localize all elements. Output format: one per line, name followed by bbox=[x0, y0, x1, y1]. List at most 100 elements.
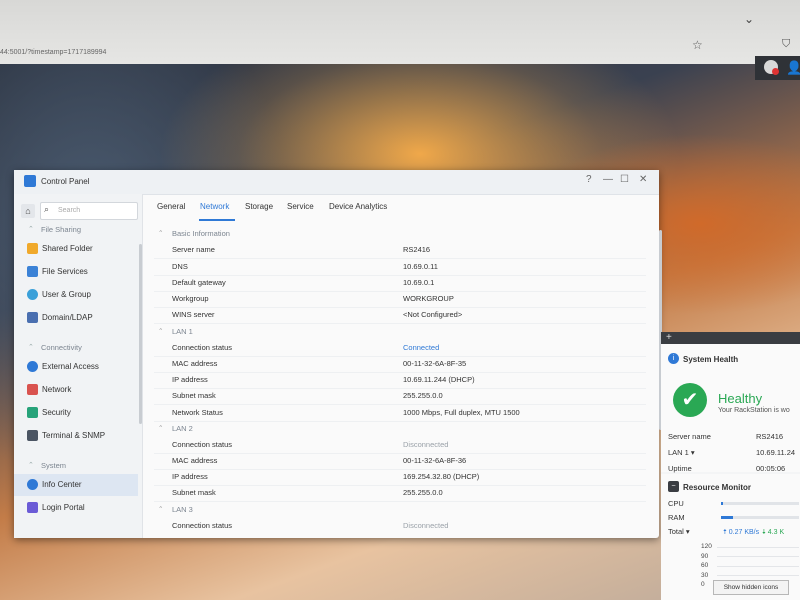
collapse-icon: ⌃ bbox=[158, 425, 164, 432]
sidebar-item-label: Security bbox=[42, 408, 71, 417]
file-services-icon bbox=[27, 266, 38, 277]
chevron-down-icon[interactable]: ⌄ bbox=[744, 12, 754, 26]
health-row-label: Uptime bbox=[668, 464, 692, 473]
section-lan-2[interactable]: ⌃ LAN 2 bbox=[154, 421, 646, 437]
widget-title: Resource Monitor bbox=[683, 483, 752, 492]
row-label: Subnet mask bbox=[172, 488, 216, 497]
health-subtitle: Your RackStation is wo bbox=[718, 407, 790, 414]
section-title: LAN 2 bbox=[172, 424, 193, 433]
collapse-icon[interactable]: ⌃ bbox=[28, 461, 34, 469]
add-widget-icon[interactable]: + bbox=[666, 332, 672, 343]
sidebar-item-external-access[interactable]: External Access bbox=[14, 356, 138, 378]
row-label: WINS server bbox=[172, 310, 215, 319]
row-label: Workgroup bbox=[172, 294, 209, 303]
section-title: Basic Information bbox=[172, 229, 230, 238]
ram-bar bbox=[721, 516, 799, 519]
sidebar-scrollbar[interactable] bbox=[139, 244, 142, 424]
network-info-panel: ⌃ Basic Information Server name RS2416 DN… bbox=[154, 226, 646, 532]
collapse-icon[interactable]: ⌃ bbox=[28, 343, 34, 351]
download-rate: 🠇 4.3 K bbox=[762, 529, 785, 536]
sidebar-section-connectivity[interactable]: Connectivity bbox=[41, 343, 82, 352]
section-basic-information[interactable]: ⌃ Basic Information bbox=[154, 226, 646, 242]
user-icon[interactable]: 👤 bbox=[786, 60, 800, 76]
users-icon bbox=[27, 289, 38, 300]
cpu-label: CPU bbox=[668, 499, 684, 508]
tab-general[interactable]: General bbox=[157, 202, 185, 211]
home-icon[interactable]: ⌂ bbox=[21, 204, 35, 218]
collapse-icon: ⌃ bbox=[158, 506, 164, 513]
section-lan-3[interactable]: ⌃ LAN 3 bbox=[154, 502, 646, 518]
sidebar-item-security[interactable]: Security bbox=[14, 402, 138, 424]
row-label: Server name bbox=[172, 245, 215, 254]
row-label: Connection status bbox=[172, 440, 233, 449]
grid-line bbox=[717, 547, 799, 548]
row-label: MAC address bbox=[172, 359, 218, 368]
window-titlebar[interactable]: Control Panel ? — ☐ ✕ bbox=[14, 170, 659, 195]
globe-icon bbox=[27, 361, 38, 372]
status-disconnected: Disconnected bbox=[403, 521, 449, 530]
status-connected: Connected bbox=[403, 343, 440, 352]
lan-selector[interactable]: LAN 1 ▾ bbox=[668, 448, 695, 457]
sidebar-item-terminal-snmp[interactable]: Terminal & SNMP bbox=[14, 425, 138, 447]
health-row-value: RS2416 bbox=[756, 432, 784, 441]
row-label: IP address bbox=[172, 375, 208, 384]
info-row: Network Status 1000 Mbps, Full duplex, MT… bbox=[154, 405, 646, 422]
y-tick: 60 bbox=[701, 562, 709, 569]
info-row: Subnet mask 255.255.0.0 bbox=[154, 485, 646, 502]
row-value: <Not Configured> bbox=[403, 310, 463, 319]
star-icon[interactable]: ☆ bbox=[692, 38, 703, 52]
sidebar-item-domain-ldap[interactable]: Domain/LDAP bbox=[14, 307, 138, 329]
row-value: 255.255.0.0 bbox=[403, 391, 443, 400]
address-bar[interactable]: 44:5001/?timestamp=1717189994 bbox=[0, 49, 106, 56]
pocket-icon[interactable]: ⛉ bbox=[782, 38, 790, 51]
search-input[interactable]: ⌕ Search bbox=[40, 202, 138, 220]
sidebar-item-file-services[interactable]: File Services bbox=[14, 261, 138, 283]
row-value: 10.69.11.244 (DHCP) bbox=[403, 375, 475, 384]
control-panel-window: Control Panel ? — ☐ ✕ ⌂ ⌕ Search ⌃ File … bbox=[14, 170, 662, 538]
search-icon: ⌕ bbox=[44, 204, 50, 214]
search-placeholder: Search bbox=[58, 207, 81, 214]
sidebar-item-label: Info Center bbox=[42, 480, 82, 489]
sidebar-item-shared-folder[interactable]: Shared Folder bbox=[14, 238, 138, 260]
ram-label: RAM bbox=[668, 513, 685, 522]
row-value: 255.255.0.0 bbox=[403, 488, 443, 497]
section-title: LAN 1 bbox=[172, 327, 193, 336]
collapse-icon[interactable]: ⌃ bbox=[28, 225, 34, 233]
grid-line bbox=[717, 556, 799, 557]
section-lan-1[interactable]: ⌃ LAN 1 bbox=[154, 324, 646, 340]
health-row-value: 10.69.11.24 bbox=[756, 448, 796, 457]
maximize-button[interactable]: ☐ bbox=[620, 174, 629, 185]
chart-icon: ~ bbox=[668, 481, 679, 492]
sidebar-section-system[interactable]: System bbox=[41, 461, 66, 470]
section-title: LAN 3 bbox=[172, 505, 193, 514]
info-row: IP address 10.69.11.244 (DHCP) bbox=[154, 372, 646, 389]
minimize-button[interactable]: — bbox=[603, 174, 613, 185]
check-icon: ✔ bbox=[673, 383, 707, 417]
info-row: MAC address 00-11-32-6A-8F-35 bbox=[154, 356, 646, 373]
info-row: WINS server <Not Configured> bbox=[154, 307, 646, 324]
y-tick: 120 bbox=[701, 543, 712, 550]
browser-toolbar bbox=[0, 0, 800, 64]
info-row: Connection status Connected bbox=[154, 340, 646, 357]
row-value: 00-11-32-6A-8F-35 bbox=[403, 359, 467, 368]
sidebar-item-user-group[interactable]: User & Group bbox=[14, 284, 138, 306]
row-label: MAC address bbox=[172, 456, 218, 465]
sidebar-item-login-portal[interactable]: Login Portal bbox=[14, 497, 138, 519]
ram-bar-fill bbox=[721, 516, 733, 519]
sidebar-item-network[interactable]: Network bbox=[14, 379, 138, 401]
help-icon[interactable]: ? bbox=[586, 174, 592, 185]
tab-network[interactable]: Network bbox=[200, 202, 229, 211]
close-button[interactable]: ✕ bbox=[639, 174, 647, 185]
sidebar-item-label: Login Portal bbox=[42, 503, 85, 512]
info-row: MAC address 00-11-32-6A-8F-36 bbox=[154, 453, 646, 470]
total-selector[interactable]: Total ▾ bbox=[668, 527, 690, 536]
terminal-icon bbox=[27, 430, 38, 441]
tab-storage[interactable]: Storage bbox=[245, 202, 273, 211]
sidebar-item-label: Terminal & SNMP bbox=[42, 431, 106, 440]
info-row: Workgroup WORKGROUP bbox=[154, 291, 646, 308]
tab-device-analytics[interactable]: Device Analytics bbox=[329, 202, 387, 211]
sidebar-section-file-sharing[interactable]: File Sharing bbox=[41, 225, 81, 234]
sidebar-item-info-center[interactable]: Info Center bbox=[14, 474, 138, 496]
tab-service[interactable]: Service bbox=[287, 202, 314, 211]
system-health-widget: i System Health ✔ Healthy Your RackStati… bbox=[661, 344, 800, 473]
